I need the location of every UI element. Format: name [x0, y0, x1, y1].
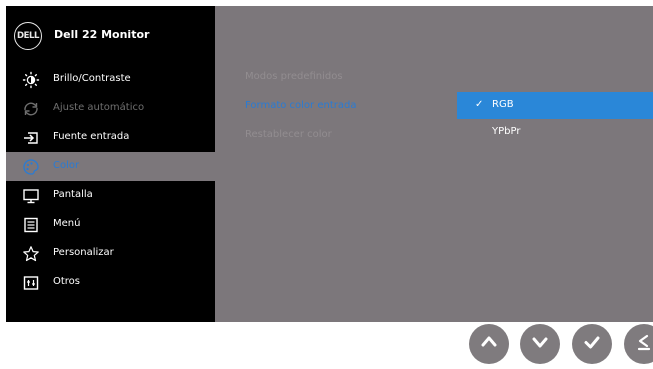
back-button[interactable]: [624, 324, 653, 364]
option-ypbpr[interactable]: YPbPr: [457, 119, 653, 146]
menu-item-label: Color: [53, 160, 80, 171]
menu-item-menu[interactable]: Menú: [6, 210, 215, 239]
menu-item-label: Fuente entrada: [53, 131, 130, 142]
input-source-icon: [22, 129, 40, 147]
menu-item-label: Otros: [53, 276, 81, 287]
option-rgb[interactable]: ✓ RGB: [457, 92, 653, 119]
up-button[interactable]: [469, 324, 509, 364]
main-menu: Brillo/Contraste Ajuste automático Fuent…: [6, 65, 215, 297]
up-arrow-icon: [478, 331, 500, 357]
sidebar: DELL Dell 22 Monitor Brillo/Contraste Aj…: [6, 6, 215, 322]
osd-menu: DELL Dell 22 Monitor Brillo/Contraste Aj…: [6, 6, 653, 322]
menu-item-brillo-contraste[interactable]: Brillo/Contraste: [6, 65, 215, 94]
menu-item-otros[interactable]: Otros: [6, 268, 215, 297]
check-icon: [581, 331, 603, 357]
down-arrow-icon: [529, 331, 551, 357]
menu-item-color[interactable]: Color: [6, 152, 215, 181]
brand-header: DELL Dell 22 Monitor: [6, 6, 215, 64]
back-icon: [633, 331, 653, 357]
menu-item-label: Brillo/Contraste: [53, 73, 131, 84]
display-icon: [22, 187, 40, 205]
menu-item-label: Menú: [53, 218, 81, 229]
menu-item-label: Ajuste automático: [53, 102, 145, 113]
monitor-title: Dell 22 Monitor: [54, 28, 150, 41]
menu-item-label: Personalizar: [53, 247, 114, 258]
menu-item-personalizar[interactable]: Personalizar: [6, 239, 215, 268]
submenu-item-formato-color-entrada[interactable]: Formato color entrada: [245, 100, 356, 111]
confirm-button[interactable]: [572, 324, 612, 364]
check-icon: ✓: [475, 99, 484, 110]
color-palette-icon: [22, 158, 40, 176]
menu-icon: [22, 216, 40, 234]
auto-adjust-icon: [22, 100, 40, 118]
dell-logo: DELL: [14, 22, 42, 50]
down-button[interactable]: [520, 324, 560, 364]
submenu-item-restablecer-color[interactable]: Restablecer color: [245, 129, 332, 140]
option-label: RGB: [492, 99, 514, 110]
menu-item-pantalla[interactable]: Pantalla: [6, 181, 215, 210]
menu-item-label: Pantalla: [53, 189, 93, 200]
menu-item-fuente-entrada[interactable]: Fuente entrada: [6, 123, 215, 152]
submenu-item-modos-predefinidos[interactable]: Modos predefinidos: [245, 71, 343, 82]
star-icon: [22, 245, 40, 263]
menu-item-ajuste-automatico[interactable]: Ajuste automático: [6, 94, 215, 123]
brightness-icon: [22, 71, 40, 89]
others-icon: [22, 274, 40, 292]
content-panel: Modos predefinidos Formato color entrada…: [215, 6, 653, 322]
option-label: YPbPr: [492, 126, 521, 137]
